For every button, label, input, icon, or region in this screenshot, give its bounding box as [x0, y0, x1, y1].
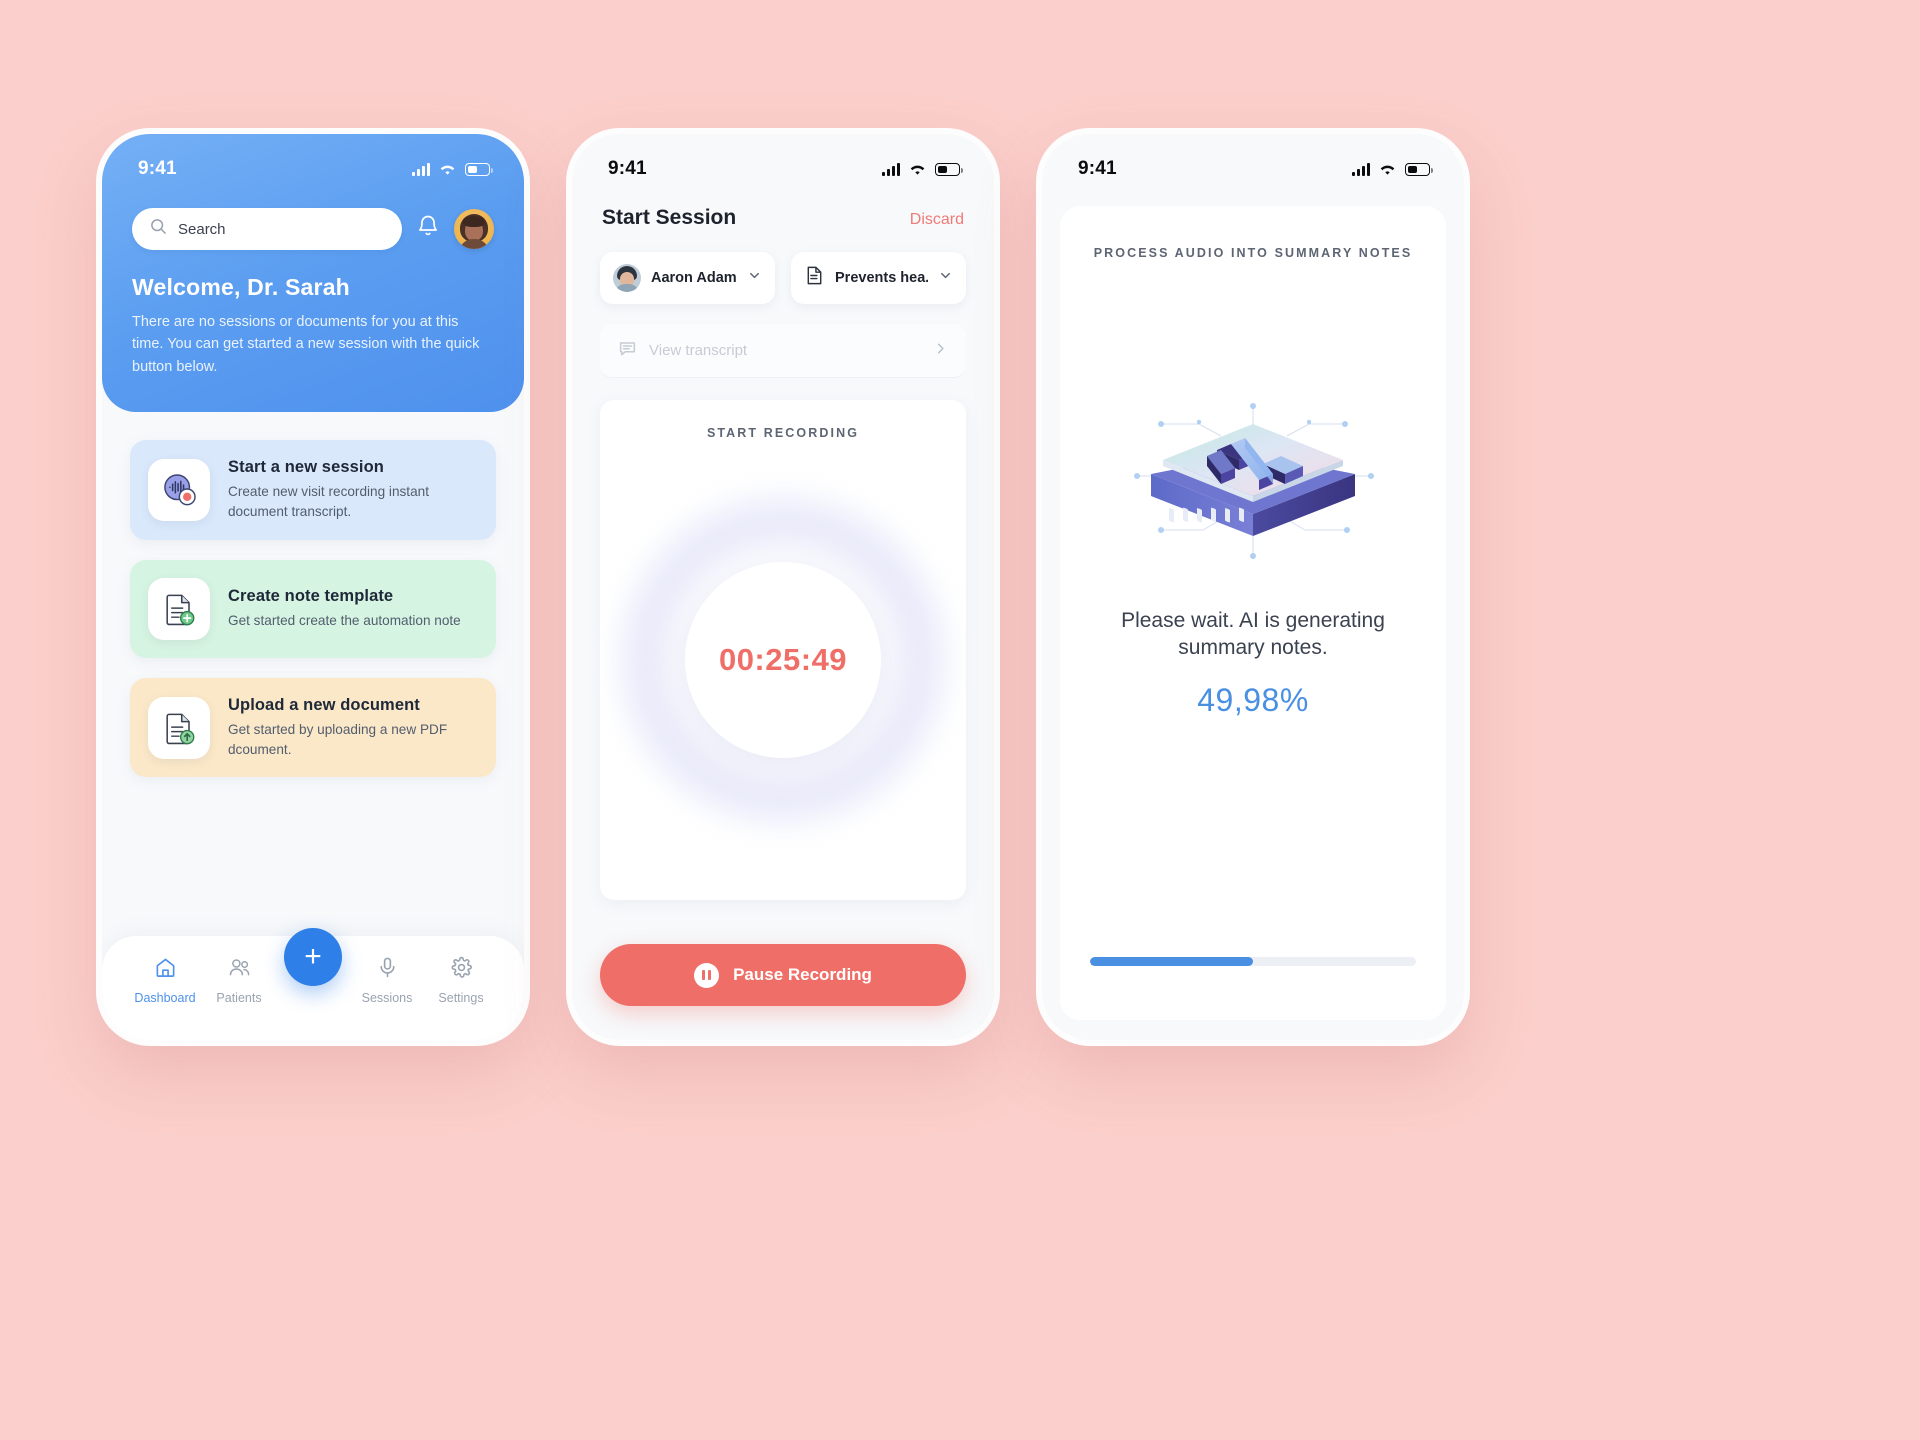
wifi-icon	[1379, 163, 1396, 176]
document-add-icon	[148, 577, 210, 640]
page-title: Welcome, Dr. Sarah	[132, 274, 350, 300]
app-mockup-canvas: 9:41 Search Welcome, Dr. Sarah There are…	[0, 0, 1920, 1440]
wifi-icon	[439, 163, 456, 176]
quick-action-card-list: Start a new session Create new visit rec…	[102, 412, 524, 778]
dashboard-hero: 9:41 Search Welcome, Dr. Sarah There are…	[102, 134, 524, 413]
wifi-icon	[909, 163, 926, 176]
pause-recording-label: Pause Recording	[733, 965, 872, 984]
tab-label: Patients	[216, 991, 262, 1005]
tab-label: Settings	[438, 991, 484, 1005]
status-bar: 9:41	[572, 134, 994, 190]
dashboard-header-row: Search	[102, 190, 524, 250]
avatar[interactable]	[454, 209, 494, 249]
card-description: Get started create the automation note	[228, 612, 461, 628]
session-header: Start Session Discard	[572, 190, 994, 230]
plus-icon: +	[304, 940, 322, 973]
template-select[interactable]: Prevents hea...	[791, 252, 966, 304]
signal-icon	[412, 162, 430, 176]
patient-select-value: Aaron Adams	[651, 270, 737, 286]
chevron-down-icon	[747, 268, 762, 288]
status-time: 9:41	[608, 158, 647, 179]
chevron-down-icon	[938, 268, 953, 288]
card-create-note-template[interactable]: Create note template Get started create …	[130, 559, 496, 658]
view-transcript-label: View transcript	[649, 342, 748, 359]
patient-avatar	[613, 264, 641, 292]
dashboard-screen: 9:41 Search Welcome, Dr. Sarah There are…	[102, 134, 524, 1040]
welcome-body-text: There are no sessions or documents for y…	[132, 314, 480, 375]
card-title: Create note template	[228, 586, 394, 605]
search-placeholder: Search	[178, 220, 226, 238]
tab-label: Dashboard	[134, 991, 196, 1005]
status-bar: 9:41	[1042, 134, 1464, 190]
sidebar-item-dashboard[interactable]: Dashboard	[128, 956, 202, 1005]
status-bar: 9:41	[102, 134, 524, 190]
sidebar-item-settings[interactable]: Settings	[424, 956, 498, 1005]
signal-icon	[1352, 162, 1370, 176]
card-title: Start a new session	[228, 458, 384, 477]
chat-bubble-icon	[618, 339, 637, 363]
template-select-value: Prevents hea...	[835, 270, 928, 286]
pause-icon	[694, 962, 720, 988]
sidebar-item-patients[interactable]: Patients	[202, 956, 276, 1005]
audio-waveform-record-icon	[148, 459, 210, 522]
signal-icon	[882, 162, 900, 176]
phone-frame-recording: 9:41 Start Session Discard Aaron Adams P…	[566, 128, 1000, 1046]
ai-chip-icon	[1103, 196, 1403, 574]
progress-bar	[1090, 957, 1416, 966]
view-transcript-row[interactable]: View transcript	[600, 324, 966, 378]
session-selectors: Aaron Adams Prevents hea...	[572, 230, 994, 304]
status-icons	[412, 162, 493, 176]
recording-screen: 9:41 Start Session Discard Aaron Adams P…	[572, 134, 994, 1040]
status-time: 9:41	[1078, 158, 1117, 179]
bell-icon[interactable]	[416, 214, 440, 244]
home-icon	[154, 956, 177, 984]
page-title: Start Session	[602, 206, 737, 229]
bottom-tab-bar: Dashboard Patients Sessions Settings +	[102, 928, 524, 1040]
tab-label: Sessions	[361, 991, 413, 1005]
document-icon	[804, 265, 825, 291]
status-icons	[882, 162, 963, 176]
search-icon	[150, 218, 167, 240]
gear-icon	[450, 956, 473, 984]
recording-timer-circle: 00:25:49	[685, 562, 881, 758]
processing-message: Please wait. AI is generating summary no…	[1121, 609, 1385, 659]
processing-panel: PROCESS AUDIO INTO SUMMARY NOTES Please …	[1060, 196, 1446, 1020]
search-input[interactable]: Search	[132, 208, 402, 250]
chevron-right-icon	[933, 341, 948, 361]
battery-icon	[935, 162, 963, 176]
patient-select[interactable]: Aaron Adams	[600, 252, 775, 304]
card-title: Upload a new document	[228, 695, 420, 714]
people-icon	[228, 956, 251, 984]
progress-bar-fill	[1090, 957, 1253, 966]
processing-screen: 9:41 PROCESS AUDIO INTO SUMMARY NOTES Pl…	[1042, 134, 1464, 1040]
status-icons	[1352, 162, 1433, 176]
discard-button[interactable]: Discard	[910, 211, 964, 229]
document-upload-icon	[148, 696, 210, 759]
card-description: Get started by uploading a new PDF dcoum…	[228, 721, 448, 757]
sidebar-item-sessions[interactable]: Sessions	[350, 956, 424, 1005]
phone-frame-processing: 9:41 PROCESS AUDIO INTO SUMMARY NOTES Pl…	[1036, 128, 1470, 1046]
card-description: Create new visit recording instant docum…	[228, 484, 429, 520]
status-time: 9:41	[138, 158, 177, 179]
add-session-button[interactable]: +	[284, 928, 342, 986]
processing-kicker: PROCESS AUDIO INTO SUMMARY NOTES	[1093, 246, 1413, 260]
battery-icon	[465, 162, 493, 176]
card-start-new-session[interactable]: Start a new session Create new visit rec…	[130, 440, 496, 540]
microphone-icon	[376, 956, 399, 984]
phone-frame-dashboard: 9:41 Search Welcome, Dr. Sarah There are…	[96, 128, 530, 1046]
card-upload-new-document[interactable]: Upload a new document Get started by upl…	[130, 677, 496, 778]
pause-recording-button[interactable]: Pause Recording	[600, 944, 966, 1006]
recording-timer: 00:25:49	[718, 642, 848, 677]
processing-percent: 49,98%	[1197, 681, 1309, 718]
recording-status-label: START RECORDING	[706, 426, 860, 440]
recording-panel: START RECORDING 00:25:49	[600, 400, 966, 900]
battery-icon	[1405, 162, 1433, 176]
